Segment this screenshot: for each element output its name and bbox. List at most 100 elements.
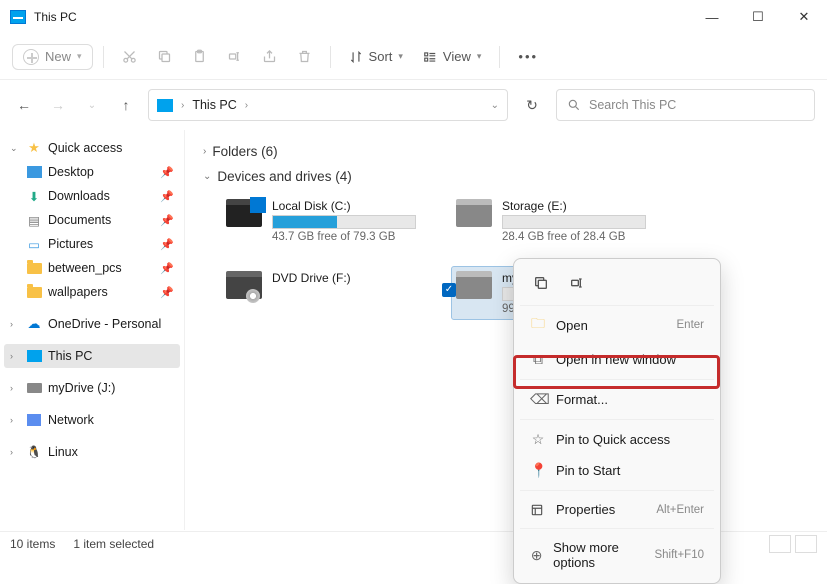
expand-icon[interactable]: › [10,383,20,393]
sidebar-item-downloads[interactable]: ⬇ Downloads 📌 [4,184,180,208]
delete-icon [297,49,312,64]
sidebar-item-this-pc[interactable]: › This PC [4,344,180,368]
context-show-more[interactable]: ⊕ Show more options Shift+F10 [520,533,714,577]
expand-icon[interactable]: › [10,351,20,361]
sidebar-item-mydrive[interactable]: › myDrive (J:) [4,376,180,400]
properties-icon [530,503,546,517]
more-button[interactable]: ••• [510,43,546,70]
sidebar-item-onedrive[interactable]: › ☁ OneDrive - Personal [4,312,180,336]
more-icon: ⊕ [530,547,543,564]
sidebar-item-between-pcs[interactable]: between_pcs 📌 [4,256,180,280]
context-label: Show more options [553,540,644,570]
new-window-icon: ⧉ [530,351,546,368]
drive-f[interactable]: DVD Drive (F:) [221,266,421,320]
status-selected: 1 item selected [73,537,154,551]
paste-button[interactable] [184,43,215,70]
drive-e[interactable]: Storage (E:) 28.4 GB free of 28.4 GB [451,194,651,248]
copy-icon [533,275,549,291]
details-view-button[interactable] [769,535,791,553]
nav-row: ← → ⌄ ↑ › This PC › ⌄ ↻ Search This PC [0,80,827,130]
recent-dropdown[interactable]: ⌄ [80,100,104,111]
collapse-icon[interactable]: ⌄ [10,143,20,154]
view-button[interactable]: View ▾ [415,43,489,70]
view-label: View [443,49,471,64]
history-chevron-icon[interactable]: ⌄ [491,100,499,111]
sidebar-item-network[interactable]: › Network [4,408,180,432]
rename-icon [569,275,585,291]
view-icon [423,50,437,64]
pin-icon: 📌 [160,286,174,299]
sidebar-item-label: Documents [48,213,111,227]
chevron-down-icon: ⌄ [203,171,211,182]
group-drives[interactable]: ⌄ Devices and drives (4) [203,169,809,184]
up-button[interactable]: ↑ [114,97,138,113]
forward-button[interactable]: → [46,97,70,113]
delete-button[interactable] [289,43,320,70]
sidebar-item-desktop[interactable]: Desktop 📌 [4,160,180,184]
breadcrumb[interactable]: This PC [192,98,236,112]
chevron-down-icon: ▾ [398,51,403,62]
cut-button[interactable] [114,43,145,70]
folder-icon [26,285,42,299]
expand-icon[interactable]: › [10,319,20,329]
context-shortcut: Shift+F10 [654,549,704,561]
context-pin-start[interactable]: 📍 Pin to Start [520,455,714,486]
context-pin-quick-access[interactable]: ☆ Pin to Quick access [520,424,714,455]
sidebar-item-label: Network [48,413,94,427]
rename-icon [227,49,242,64]
chevron-right-icon: › [245,100,248,111]
search-placeholder: Search This PC [589,98,676,112]
context-properties[interactable]: Properties Alt+Enter [520,495,714,524]
close-button[interactable]: ✕ [781,0,827,34]
capacity-bar [272,215,416,229]
rename-button[interactable] [219,43,250,70]
sort-label: Sort [369,49,393,64]
dvd-icon [226,271,262,299]
sidebar-item-label: between_pcs [48,261,122,275]
window-title: This PC [34,10,77,24]
share-icon [262,49,277,64]
drive-name: Local Disk (C:) [272,199,416,213]
chevron-down-icon: ▾ [477,51,482,62]
star-icon: ☆ [530,431,546,448]
context-label: Pin to Quick access [556,432,670,447]
refresh-button[interactable]: ↻ [518,97,546,114]
pin-icon: 📌 [160,262,174,275]
sidebar-item-quick-access[interactable]: ⌄ ★ Quick access [4,136,180,160]
sidebar-item-label: This PC [48,349,92,363]
expand-icon[interactable]: › [10,447,20,457]
address-bar[interactable]: › This PC › ⌄ [148,89,508,121]
share-button[interactable] [254,43,285,70]
sidebar-item-wallpapers[interactable]: wallpapers 📌 [4,280,180,304]
sidebar-item-label: Linux [48,445,78,459]
cut-icon [122,49,137,64]
rename-button[interactable] [562,269,592,297]
context-shortcut: Enter [677,319,705,331]
linux-icon: 🐧 [26,445,42,459]
sort-button[interactable]: Sort ▾ [341,43,411,70]
chevron-down-icon: ▾ [77,51,82,62]
icons-view-button[interactable] [795,535,817,553]
drive-c[interactable]: Local Disk (C:) 43.7 GB free of 79.3 GB [221,194,421,248]
content-pane: › Folders (6) ⌄ Devices and drives (4) L… [185,130,827,530]
sidebar-item-label: Pictures [48,237,93,251]
sidebar-item-linux[interactable]: › 🐧 Linux [4,440,180,464]
copy-button[interactable] [149,43,180,70]
context-open[interactable]: 🗀 Open Enter [520,306,714,344]
context-format[interactable]: ⌫ Format... [520,384,714,415]
search-box[interactable]: Search This PC [556,89,815,121]
sidebar-item-documents[interactable]: ▤ Documents 📌 [4,208,180,232]
context-open-new-window[interactable]: ⧉ Open in new window [520,344,714,375]
new-button[interactable]: New ▾ [12,44,93,70]
expand-icon[interactable]: › [10,415,20,425]
pin-icon: 📌 [160,166,174,179]
minimize-button[interactable]: ― [689,0,735,34]
new-label: New [45,49,71,64]
maximize-button[interactable]: ☐ [735,0,781,34]
context-label: Pin to Start [556,463,620,478]
back-button[interactable]: ← [12,97,36,113]
group-folders[interactable]: › Folders (6) [203,144,809,159]
network-icon [26,413,42,427]
sidebar-item-pictures[interactable]: ▭ Pictures 📌 [4,232,180,256]
copy-button[interactable] [526,269,556,297]
